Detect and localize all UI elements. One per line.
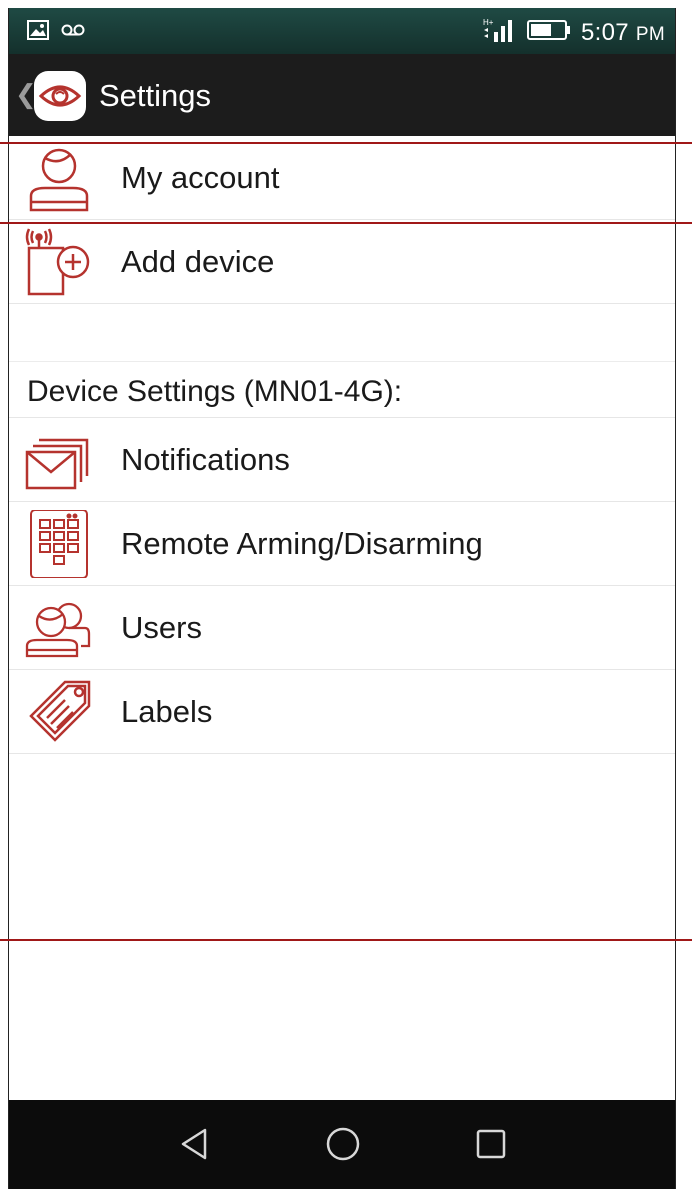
tag-icon: [25, 678, 93, 746]
labels-label: Labels: [121, 694, 213, 729]
clock-time: 5:07: [581, 18, 629, 46]
device-settings-header: Device Settings (MN01-4G):: [9, 362, 675, 418]
remote-arming-item[interactable]: Remote Arming/Disarming: [9, 502, 675, 586]
users-icon: [25, 594, 93, 662]
list-spacer: [9, 304, 675, 362]
notifications-item[interactable]: Notifications: [9, 418, 675, 502]
image-notification-icon: [27, 20, 49, 45]
annotation-line-middle: [0, 222, 692, 224]
users-label: Users: [121, 610, 202, 645]
annotation-line-top: [0, 142, 692, 144]
signal-icon: H+: [481, 16, 517, 49]
status-bar: H+ 5:07 PM: [9, 8, 675, 54]
home-circle-icon[interactable]: [323, 1124, 363, 1164]
section-header-label: Device Settings (MN01-4G):: [27, 375, 403, 408]
account-icon: [25, 144, 93, 212]
action-bar: ❮ Settings: [9, 54, 675, 136]
users-item[interactable]: Users: [9, 586, 675, 670]
add-device-item[interactable]: Add device: [9, 220, 675, 304]
notifications-label: Notifications: [121, 442, 290, 477]
battery-icon: [527, 18, 571, 47]
my-account-item[interactable]: My account: [9, 136, 675, 220]
voicemail-icon: [61, 23, 85, 42]
envelope-icon: [25, 426, 93, 494]
back-triangle-icon[interactable]: [175, 1124, 215, 1164]
my-account-label: My account: [121, 160, 280, 195]
keypad-icon: [25, 509, 93, 579]
labels-item[interactable]: Labels: [9, 670, 675, 754]
svg-text:H+: H+: [483, 18, 494, 27]
remote-arming-label: Remote Arming/Disarming: [121, 526, 483, 561]
add-device-label: Add device: [121, 244, 275, 279]
screen: H+ 5:07 PM ❮ Settings My account Add dev…: [8, 8, 676, 1189]
add-device-icon: [25, 228, 93, 296]
eye-logo-icon[interactable]: [34, 71, 86, 121]
clock: 5:07 PM: [581, 19, 665, 47]
recents-square-icon[interactable]: [471, 1124, 511, 1164]
page-title: Settings: [99, 78, 212, 113]
settings-list: My account Add device Device Settings (M: [9, 136, 675, 754]
clock-ampm: PM: [635, 23, 665, 45]
navigation-bar: [9, 1100, 675, 1189]
annotation-line-bottom: [0, 939, 692, 941]
